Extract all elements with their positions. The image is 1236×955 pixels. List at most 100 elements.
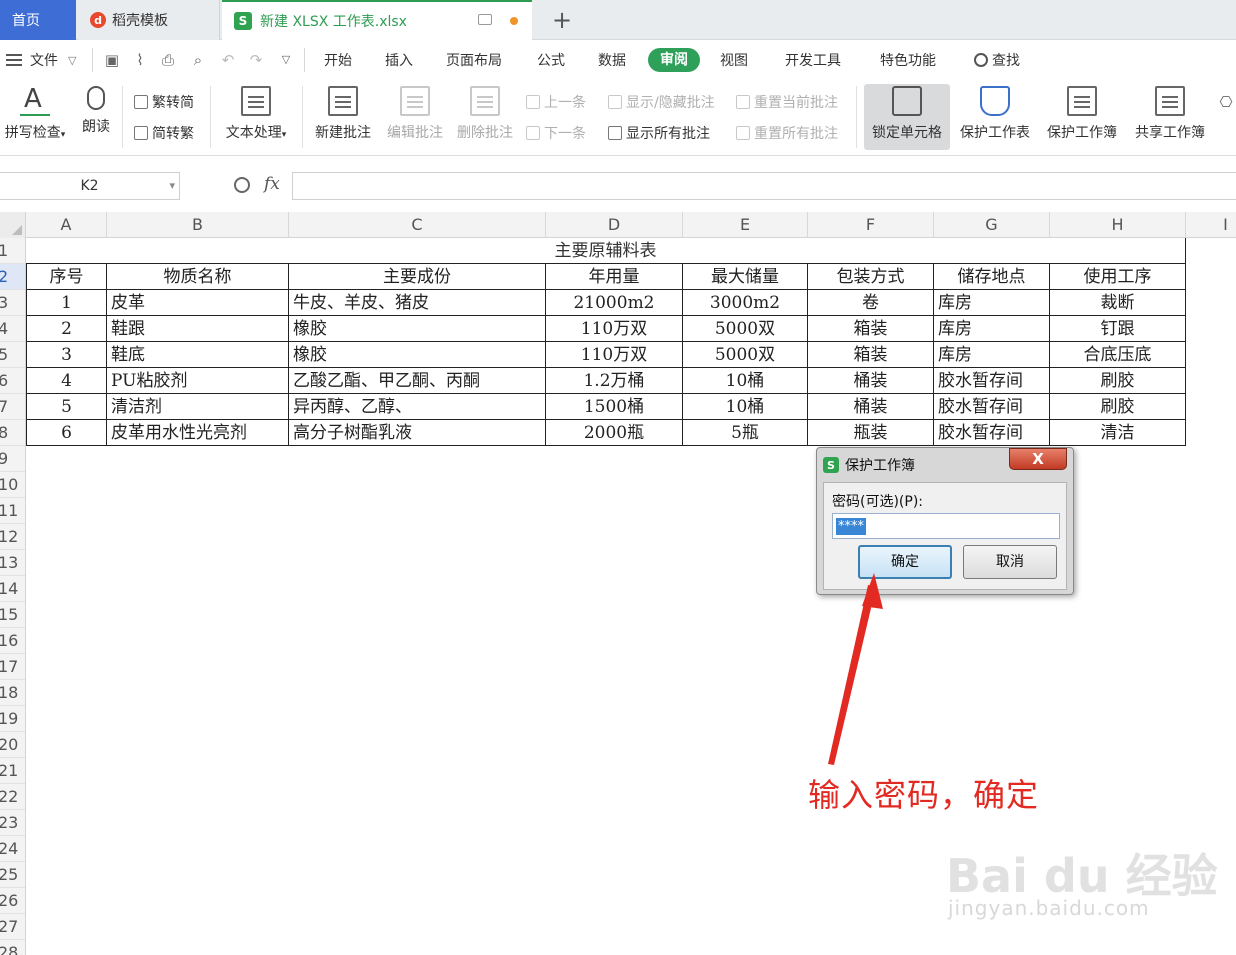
table-cell[interactable]: 库房 bbox=[934, 342, 1050, 368]
col-header-b[interactable]: B bbox=[107, 212, 289, 238]
table-cell[interactable]: 桶装 bbox=[808, 394, 934, 420]
row-header-3[interactable]: 3 bbox=[0, 290, 25, 316]
table-cell[interactable]: 3000m2 bbox=[683, 290, 808, 316]
table-cell[interactable]: 库房 bbox=[934, 290, 1050, 316]
row-header-10[interactable]: 10 bbox=[0, 472, 25, 498]
delete-comment-button[interactable]: 删除批注 bbox=[454, 86, 516, 142]
menu-special[interactable]: 特色功能 bbox=[880, 50, 936, 70]
table-header-cell[interactable]: 物质名称 bbox=[107, 264, 289, 290]
undo-icon[interactable]: ↶ bbox=[220, 52, 236, 68]
row-header-14[interactable]: 14 bbox=[0, 576, 25, 602]
tab-home[interactable]: 首页 bbox=[0, 0, 76, 40]
table-cell[interactable]: 胶水暂存间 bbox=[934, 420, 1050, 446]
name-box[interactable]: K2 bbox=[0, 172, 180, 200]
new-tab-button[interactable]: + bbox=[548, 6, 576, 34]
row-header-2[interactable]: 2 bbox=[0, 264, 25, 290]
table-cell[interactable]: 鞋底 bbox=[107, 342, 289, 368]
edit-comment-button[interactable]: 编辑批注 bbox=[384, 86, 446, 142]
table-cell[interactable]: 卷 bbox=[808, 290, 934, 316]
table-cell[interactable]: 牛皮、羊皮、猪皮 bbox=[289, 290, 546, 316]
table-cell[interactable]: 刷胶 bbox=[1050, 394, 1186, 420]
row-header-8[interactable]: 8 bbox=[0, 420, 25, 446]
table-header-cell[interactable]: 储存地点 bbox=[934, 264, 1050, 290]
menu-view[interactable]: 视图 bbox=[720, 50, 748, 70]
show-all-comments-button[interactable]: 显示所有批注 bbox=[608, 123, 710, 143]
row-header-28[interactable]: 28 bbox=[0, 940, 25, 955]
table-cell[interactable]: 异丙醇、乙醇、 bbox=[289, 394, 546, 420]
table-cell[interactable]: 清洁剂 bbox=[107, 394, 289, 420]
table-cell[interactable]: 3 bbox=[26, 342, 107, 368]
row-header-16[interactable]: 16 bbox=[0, 628, 25, 654]
table-title[interactable]: 主要原辅料表 bbox=[26, 238, 1186, 264]
search-button[interactable]: 查找 bbox=[974, 50, 1020, 70]
trad-to-simp-button[interactable]: 繁转简 bbox=[134, 92, 194, 112]
row-header-4[interactable]: 4 bbox=[0, 316, 25, 342]
table-cell[interactable]: 瓶装 bbox=[808, 420, 934, 446]
table-cell[interactable]: 110万双 bbox=[546, 316, 683, 342]
table-cell[interactable]: 皮革用水性光亮剂 bbox=[107, 420, 289, 446]
customize-chevron-icon[interactable]: ▽ bbox=[278, 52, 294, 68]
ok-button[interactable]: 确定 bbox=[858, 545, 952, 579]
row-header-22[interactable]: 22 bbox=[0, 784, 25, 810]
table-cell[interactable]: 1500桶 bbox=[546, 394, 683, 420]
formula-input[interactable] bbox=[292, 172, 1236, 200]
tab-templates[interactable]: d 稻壳模板 bbox=[78, 0, 220, 40]
table-cell[interactable]: 橡胶 bbox=[289, 342, 546, 368]
row-header-21[interactable]: 21 bbox=[0, 758, 25, 784]
file-menu[interactable]: 文件 ▽ bbox=[6, 50, 76, 70]
show-hide-comment-button[interactable]: 显示/隐藏批注 bbox=[608, 92, 715, 112]
reset-all-comments-button[interactable]: 重置所有批注 bbox=[736, 123, 838, 143]
table-header-cell[interactable]: 年用量 bbox=[546, 264, 683, 290]
lock-cell-button[interactable]: 锁定单元格 bbox=[864, 86, 950, 142]
text-process-button[interactable]: 文本处理▾ bbox=[220, 86, 292, 142]
table-cell[interactable]: 鞋跟 bbox=[107, 316, 289, 342]
row-header-1[interactable]: 1 bbox=[0, 238, 25, 264]
prev-comment-button[interactable]: 上一条 bbox=[526, 92, 586, 112]
redo-icon[interactable]: ↷ bbox=[248, 52, 264, 68]
menu-review[interactable]: 审阅 bbox=[648, 48, 700, 72]
row-header-25[interactable]: 25 bbox=[0, 862, 25, 888]
table-cell[interactable]: 1 bbox=[26, 290, 107, 316]
tab-file[interactable]: S 新建 XLSX 工作表.xlsx bbox=[222, 0, 532, 40]
table-cell[interactable]: 箱装 bbox=[808, 316, 934, 342]
row-header-6[interactable]: 6 bbox=[0, 368, 25, 394]
table-cell[interactable]: 钉跟 bbox=[1050, 316, 1186, 342]
new-comment-button[interactable]: 新建批注 bbox=[312, 86, 374, 142]
table-cell[interactable]: 110万双 bbox=[546, 342, 683, 368]
table-cell[interactable]: 刷胶 bbox=[1050, 368, 1186, 394]
table-cell[interactable]: 2000瓶 bbox=[546, 420, 683, 446]
select-all-corner[interactable] bbox=[0, 212, 26, 238]
row-header-26[interactable]: 26 bbox=[0, 888, 25, 914]
save-icon[interactable]: ▣ bbox=[104, 52, 120, 68]
more-lock-icon[interactable]: ⎔ bbox=[1218, 94, 1234, 110]
table-cell[interactable]: 21000m2 bbox=[546, 290, 683, 316]
table-cell[interactable]: 10桶 bbox=[683, 394, 808, 420]
table-cell[interactable]: 胶水暂存间 bbox=[934, 394, 1050, 420]
row-header-18[interactable]: 18 bbox=[0, 680, 25, 706]
table-cell[interactable]: 2 bbox=[26, 316, 107, 342]
table-cell[interactable]: 4 bbox=[26, 368, 107, 394]
table-cell[interactable]: 6 bbox=[26, 420, 107, 446]
password-input[interactable]: **** bbox=[832, 513, 1060, 539]
col-header-d[interactable]: D bbox=[546, 212, 683, 238]
table-cell[interactable]: 桶装 bbox=[808, 368, 934, 394]
table-cell[interactable]: 皮革 bbox=[107, 290, 289, 316]
fx-icon[interactable]: fx bbox=[264, 174, 280, 194]
row-header-12[interactable]: 12 bbox=[0, 524, 25, 550]
col-header-g[interactable]: G bbox=[934, 212, 1050, 238]
print-icon[interactable]: ⎙ bbox=[160, 52, 176, 68]
protect-workbook-button[interactable]: 保护工作簿 bbox=[1042, 86, 1122, 142]
menu-start[interactable]: 开始 bbox=[324, 50, 352, 70]
table-header-cell[interactable]: 最大储量 bbox=[683, 264, 808, 290]
table-header-cell[interactable]: 包装方式 bbox=[808, 264, 934, 290]
menu-insert[interactable]: 插入 bbox=[385, 50, 413, 70]
protect-sheet-button[interactable]: 保护工作表 bbox=[956, 86, 1034, 142]
row-header-20[interactable]: 20 bbox=[0, 732, 25, 758]
table-cell[interactable]: 清洁 bbox=[1050, 420, 1186, 446]
reset-current-comment-button[interactable]: 重置当前批注 bbox=[736, 92, 838, 112]
col-header-i[interactable]: I bbox=[1186, 212, 1236, 238]
table-cell[interactable]: 裁断 bbox=[1050, 290, 1186, 316]
col-header-h[interactable]: H bbox=[1050, 212, 1186, 238]
col-header-e[interactable]: E bbox=[683, 212, 808, 238]
simp-to-trad-button[interactable]: 简转繁 bbox=[134, 123, 194, 143]
